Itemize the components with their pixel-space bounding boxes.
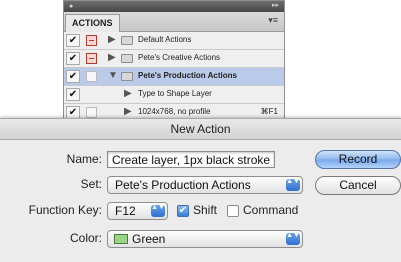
panel-tabbar: ACTIONS ▾≡ — [64, 12, 284, 32]
set-popup[interactable]: Pete's Production Actions ▲▼ — [107, 176, 303, 194]
shift-label[interactable]: Shift — [193, 203, 217, 218]
color-popup[interactable]: Green ▲▼ — [107, 230, 303, 248]
list-item[interactable]: ✔ ▶ Pete's Creative Actions — [64, 50, 284, 68]
action-set-label: Default Actions — [138, 35, 192, 44]
folder-icon — [121, 54, 133, 63]
panel-close-icon[interactable]: ● — [69, 3, 73, 10]
color-swatch — [114, 234, 128, 244]
action-label: Type to Shape Layer — [138, 89, 212, 98]
function-key-value: F12 — [115, 204, 136, 218]
command-label[interactable]: Command — [243, 203, 298, 218]
panel-menu-icon[interactable]: ▾≡ — [268, 15, 278, 26]
action-set-label: Pete's Creative Actions — [138, 53, 221, 62]
set-label: Set: — [80, 177, 102, 191]
function-key-label: Function Key: — [28, 203, 102, 217]
shift-checkbox[interactable]: ✔ — [177, 205, 189, 217]
list-item-selected[interactable]: ✔ ▼ Pete's Production Actions — [64, 68, 284, 86]
name-field[interactable]: Create layer, 1px black stroke — [107, 151, 275, 168]
color-popup-value: Green — [132, 232, 166, 246]
command-checkbox[interactable] — [227, 205, 239, 217]
popup-arrows-icon: ▲▼ — [286, 232, 300, 245]
action-set-label: Pete's Production Actions — [138, 71, 237, 80]
expand-triangle-icon[interactable]: ▶ — [108, 52, 116, 64]
name-label: Name: — [66, 152, 102, 166]
toggle-item-checkbox[interactable]: ✔ — [66, 88, 80, 101]
list-item[interactable]: ✔ ▶ Default Actions — [64, 32, 284, 50]
actions-panel: ● ▸▸ ACTIONS ▾≡ ✔ ▶ Default Actions ✔ ▶ … — [63, 0, 285, 124]
toggle-item-checkbox[interactable]: ✔ — [66, 52, 80, 65]
expand-triangle-icon[interactable]: ▶ — [124, 88, 132, 100]
popup-arrows-icon: ▲▼ — [151, 204, 165, 217]
toggle-dialog-icon[interactable] — [86, 107, 97, 118]
expand-triangle-icon[interactable]: ▶ — [124, 106, 132, 118]
set-popup-value: Pete's Production Actions — [115, 178, 251, 192]
function-key-popup[interactable]: F12 ▲▼ — [107, 202, 168, 220]
toggle-item-checkbox[interactable]: ✔ — [66, 34, 80, 47]
folder-icon — [121, 36, 133, 45]
expand-triangle-icon[interactable]: ▶ — [108, 34, 116, 46]
actions-list: ✔ ▶ Default Actions ✔ ▶ Pete's Creative … — [64, 32, 284, 122]
new-action-dialog: New Action Name: Create layer, 1px black… — [0, 118, 401, 262]
toggle-item-checkbox[interactable]: ✔ — [66, 70, 80, 83]
action-label: 1024x768, no profile — [138, 107, 211, 116]
toggle-dialog-icon[interactable] — [86, 35, 97, 46]
list-item[interactable]: ✔ ▶ Type to Shape Layer — [64, 86, 284, 104]
record-button[interactable]: Record — [315, 150, 401, 169]
toggle-dialog-icon[interactable] — [86, 53, 97, 64]
color-label: Color: — [69, 231, 102, 245]
tab-actions[interactable]: ACTIONS — [65, 14, 120, 32]
toggle-dialog-icon[interactable] — [86, 71, 97, 82]
cancel-button[interactable]: Cancel — [315, 176, 401, 195]
shortcut-label: ⌘F1 — [260, 107, 278, 116]
panel-titlebar: ● ▸▸ — [64, 1, 284, 12]
panel-collapse-icon[interactable]: ▸▸ — [272, 2, 279, 10]
popup-arrows-icon: ▲▼ — [286, 178, 300, 191]
collapse-triangle-icon[interactable]: ▼ — [108, 70, 118, 82]
folder-icon — [121, 72, 133, 81]
dialog-title: New Action — [0, 119, 401, 140]
